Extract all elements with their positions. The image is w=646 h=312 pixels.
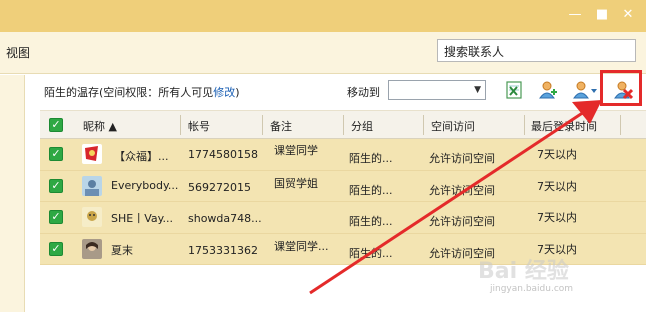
header-space-access[interactable]: 空间访问 [431, 118, 475, 134]
table-row[interactable]: ✓ 【众福】... 1774580158 课堂同学 陌生的... 允许访问空间 … [40, 139, 646, 171]
cell-space-access: 允许访问空间 [429, 183, 495, 197]
chevron-down-icon: ▼ [474, 85, 481, 95]
export-excel-icon[interactable] [505, 79, 525, 101]
avatar [82, 144, 102, 164]
group-info-bar: 陌生的温存(空间权限：所有人可见修改) 移动到 ▼ [40, 70, 646, 109]
cell-account: 1753331362 [188, 243, 258, 257]
cell-account: showda748... [188, 212, 262, 225]
move-to-label: 移动到 [347, 86, 380, 99]
watermark-url: jingyan.baidu.com [490, 284, 574, 294]
header-account[interactable]: 帐号 [188, 118, 210, 134]
close-button[interactable]: ✕ [618, 6, 638, 24]
cell-remark: 国贸学姐 [274, 176, 318, 190]
cell-nickname: 【众福】... [114, 150, 169, 163]
cell-space-access: 允许访问空间 [429, 215, 495, 228]
avatar [82, 238, 102, 259]
avatar [82, 175, 102, 196]
table-row[interactable]: ✓ SHE丨Vay... showda748... 陌生的... 允许访问空间 … [40, 202, 646, 234]
toolbar: 视图 搜索联系人 [0, 32, 646, 74]
maximize-button[interactable]: ■ [592, 6, 612, 24]
header-remark[interactable]: 备注 [270, 118, 292, 134]
cell-last-login: 7天以内 [537, 211, 577, 224]
group-title: 陌生的温存(空间权限：所有人可见修改) [44, 84, 240, 100]
add-user-icon[interactable] [538, 79, 558, 101]
user-menu-icon[interactable] [572, 79, 598, 101]
group-title-close: ) [235, 86, 240, 99]
table-row[interactable]: ✓ Everybody... 569272015 国贸学姐 陌生的... 允许访… [40, 170, 646, 202]
minimize-button[interactable]: — [565, 6, 585, 24]
cell-last-login: 7天以内 [537, 148, 577, 161]
header-last-login[interactable]: 最后登录时间 [531, 118, 597, 134]
watermark-logo: Bai 经验 [478, 259, 569, 284]
cell-nickname: 夏末 [111, 243, 133, 257]
select-all-checkbox[interactable]: ✓ [49, 118, 63, 132]
move-to-select[interactable]: ▼ [388, 80, 486, 100]
contacts-table: ✓ 昵称 ▲ 帐号 备注 分组 空间访问 最后登录时间 ✓ 【众福】... 17… [40, 110, 646, 265]
cell-group: 陌生的... [349, 215, 393, 228]
group-title-text: 陌生的温存(空间权限：所有人可见 [44, 86, 214, 99]
cell-nickname: Everybody... [111, 178, 179, 192]
cell-remark: 课堂同学 [274, 144, 318, 157]
cell-account: 569272015 [188, 180, 251, 194]
search-input[interactable]: 搜索联系人 [437, 39, 636, 62]
header-group[interactable]: 分组 [351, 118, 373, 134]
left-pane [0, 75, 25, 312]
row-checkbox[interactable]: ✓ [49, 210, 63, 224]
cell-account: 1774580158 [188, 148, 258, 161]
header-nickname[interactable]: 昵称 ▲ [83, 118, 117, 134]
cell-last-login: 7天以内 [537, 179, 577, 193]
title-bar: — ■ ✕ [0, 0, 646, 32]
table-header: ✓ 昵称 ▲ 帐号 备注 分组 空间访问 最后登录时间 [40, 110, 646, 139]
cell-group: 陌生的... [349, 152, 393, 165]
row-checkbox[interactable]: ✓ [49, 241, 63, 256]
edit-permission-link[interactable]: 修改 [213, 86, 235, 99]
row-checkbox[interactable]: ✓ [49, 147, 63, 161]
cell-space-access: 允许访问空间 [429, 152, 495, 165]
cell-group: 陌生的... [349, 246, 393, 260]
highlight-box [600, 70, 642, 106]
cell-nickname: SHE丨Vay... [111, 212, 174, 225]
avatar [82, 207, 102, 227]
cell-remark: 课堂同学... [274, 239, 329, 253]
cell-group: 陌生的... [349, 183, 393, 197]
view-menu[interactable]: 视图 [6, 44, 30, 61]
row-checkbox[interactable]: ✓ [49, 178, 63, 193]
